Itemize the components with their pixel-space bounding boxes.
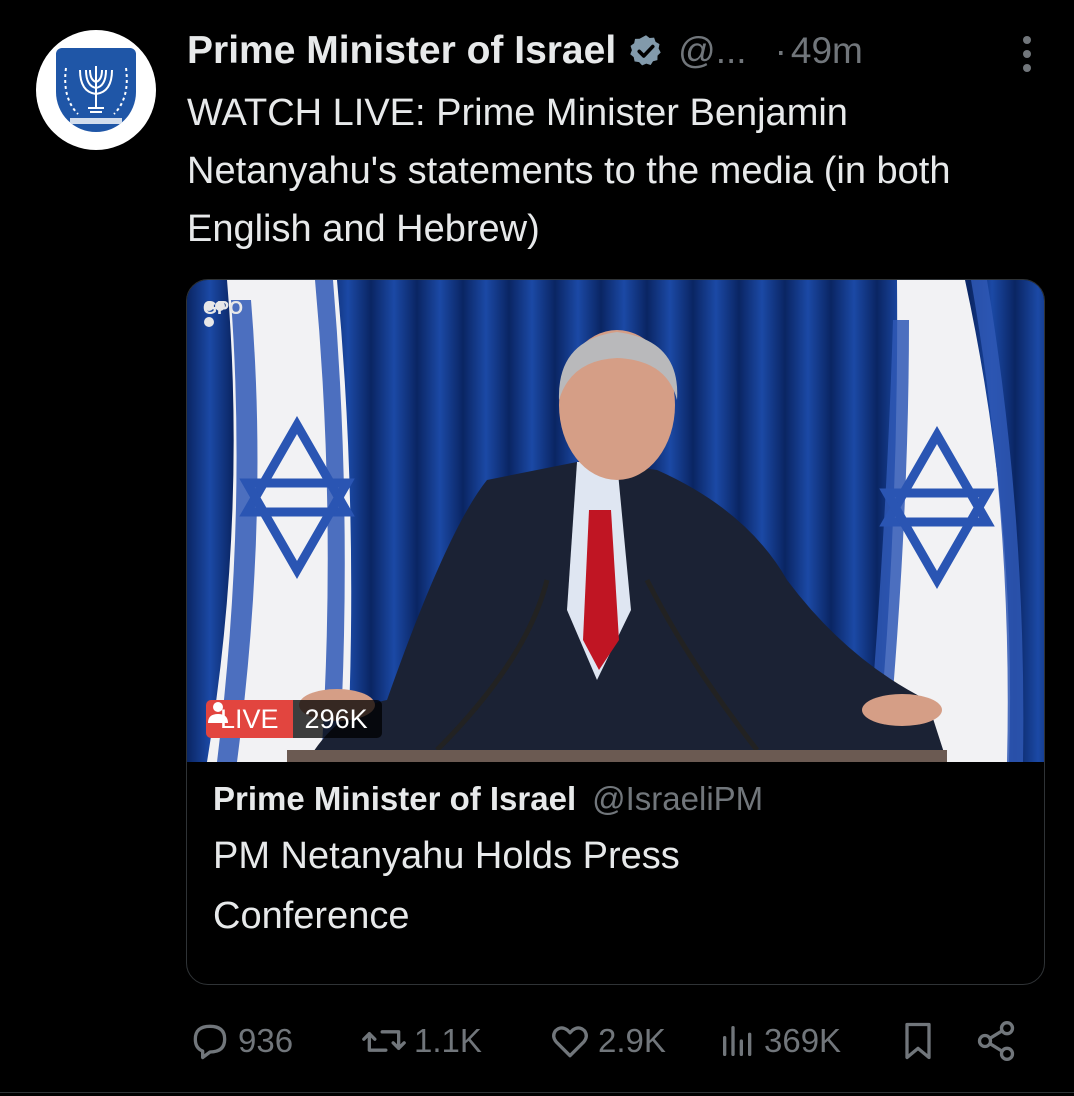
card-author-name: Prime Minister of Israel xyxy=(213,780,577,817)
video-card[interactable]: GPO LIVE 296K Prime Minister of Israel @… xyxy=(186,279,1045,985)
bookmark-icon xyxy=(905,1022,931,1060)
tweet-header: Prime Minister of Israel @... · 49m xyxy=(187,26,1034,76)
gpo-watermark: GPO xyxy=(203,298,243,327)
like-button[interactable]: 2.9K xyxy=(548,1016,666,1066)
like-count: 2.9K xyxy=(598,1022,666,1059)
reply-icon xyxy=(193,1024,227,1060)
viewer-count: 296K xyxy=(208,700,382,738)
reply-count: 936 xyxy=(238,1022,294,1059)
video-frame-image xyxy=(187,280,1044,762)
card-info: Prime Minister of Israel @IsraeliPM PM N… xyxy=(213,780,1013,946)
share-button[interactable] xyxy=(974,1016,1018,1066)
tweet-actions: 936 1.1K 2.9K 369K xyxy=(186,1016,1026,1066)
viewer-count-value: 296K xyxy=(304,703,368,734)
viewer-icon xyxy=(208,702,228,723)
live-video-player[interactable]: GPO LIVE 296K xyxy=(187,280,1044,762)
reply-button[interactable]: 936 xyxy=(188,1016,293,1066)
card-title: PM Netanyahu Holds Press Conference xyxy=(213,835,680,937)
card-author-handle: @IsraeliPM xyxy=(592,780,764,817)
tweet-text: WATCH LIVE: Prime Minister Benjamin Neta… xyxy=(187,92,951,250)
gpo-logo-icon xyxy=(204,301,225,327)
more-options-icon[interactable] xyxy=(1020,34,1034,74)
views-chart-icon xyxy=(723,1026,752,1056)
view-count: 369K xyxy=(764,1022,842,1059)
repost-button[interactable]: 1.1K xyxy=(360,1016,482,1066)
timestamp[interactable]: 49m xyxy=(791,30,863,72)
repost-icon xyxy=(362,1030,406,1052)
state-emblem-icon xyxy=(56,48,136,132)
share-icon xyxy=(977,1021,1015,1061)
repost-count: 1.1K xyxy=(414,1022,482,1059)
bookmark-button[interactable] xyxy=(896,1016,940,1066)
live-badge: LIVE 296K xyxy=(206,700,382,738)
separator-dot: · xyxy=(774,30,787,71)
avatar[interactable] xyxy=(36,30,156,150)
verified-badge-icon xyxy=(630,35,661,66)
author-handle[interactable]: @... xyxy=(678,30,746,72)
author-name[interactable]: Prime Minister of Israel xyxy=(187,29,616,73)
divider xyxy=(0,1092,1074,1093)
heart-icon xyxy=(552,1026,588,1058)
views-button[interactable]: 369K xyxy=(718,1016,841,1066)
